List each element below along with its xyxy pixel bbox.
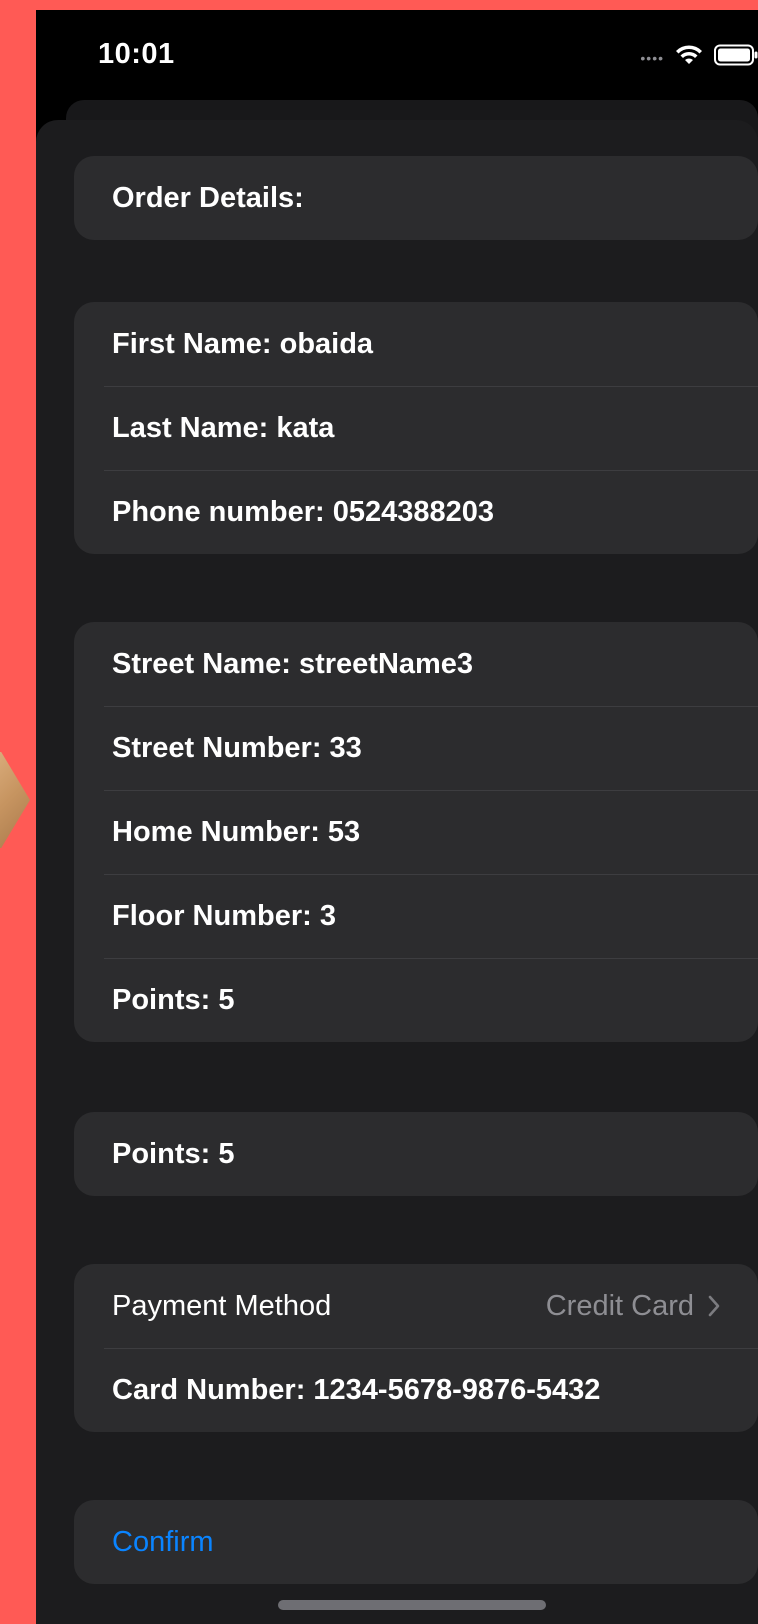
payment-method-value: Credit Card xyxy=(545,1289,694,1322)
confirm-label: Confirm xyxy=(112,1525,214,1558)
phone-screen: 10:01 •••• Order Details: First Name: ob… xyxy=(36,10,758,1624)
last-name-row: Last Name: kata xyxy=(74,386,758,470)
first-name-text: First Name: obaida xyxy=(112,327,374,360)
points-row: Points: 5 xyxy=(74,1112,758,1196)
address-points-row: Points: 5 xyxy=(74,958,758,1042)
home-number-text: Home Number: 53 xyxy=(112,815,361,848)
card-number-row: Card Number: 1234-5678-9876-5432 xyxy=(74,1348,758,1432)
street-name-row: Street Name: streetName3 xyxy=(74,622,758,706)
status-time: 10:01 xyxy=(98,38,175,70)
battery-icon xyxy=(714,44,758,66)
street-name-text: Street Name: streetName3 xyxy=(112,647,474,680)
address-points-text: Points: 5 xyxy=(112,983,235,1016)
payment-method-label: Payment Method xyxy=(112,1289,332,1322)
first-name-row: First Name: obaida xyxy=(74,302,758,386)
last-name-text: Last Name: kata xyxy=(112,411,335,444)
payment-section: Payment Method Credit Card Card Number: … xyxy=(74,1264,758,1432)
home-indicator[interactable] xyxy=(278,1600,546,1610)
payment-method-picker[interactable]: Payment Method Credit Card xyxy=(74,1264,758,1348)
payment-method-value-group: Credit Card xyxy=(546,1290,720,1323)
order-sheet: Order Details: First Name: obaida Last N… xyxy=(36,120,758,1624)
points-section: Points: 5 xyxy=(74,1112,758,1196)
status-indicators: •••• xyxy=(640,42,758,68)
screen: 10:01 •••• Order Details: First Name: ob… xyxy=(0,0,758,1624)
floor-number-row: Floor Number: 3 xyxy=(74,874,758,958)
confirm-button[interactable]: Confirm xyxy=(74,1500,758,1584)
wifi-icon xyxy=(674,44,704,66)
card-number-text: Card Number: 1234-5678-9876-5432 xyxy=(112,1373,601,1406)
street-number-row: Street Number: 33 xyxy=(74,706,758,790)
address-section: Street Name: streetName3 Street Number: … xyxy=(74,622,758,1042)
floor-number-text: Floor Number: 3 xyxy=(112,899,336,932)
background-decoration xyxy=(0,752,30,848)
phone-number-row: Phone number: 0524388203 xyxy=(74,470,758,554)
background-edge xyxy=(0,0,38,1624)
street-number-text: Street Number: 33 xyxy=(112,731,362,764)
order-details-row: Order Details: xyxy=(74,156,758,240)
customer-section: First Name: obaida Last Name: kata Phone… xyxy=(74,302,758,554)
status-bar: 10:01 •••• xyxy=(36,10,758,106)
chevron-right-icon xyxy=(708,1295,720,1317)
order-details-title: Order Details: xyxy=(112,181,304,214)
order-header-section: Order Details: xyxy=(74,156,758,240)
home-number-row: Home Number: 53 xyxy=(74,790,758,874)
confirm-section: Confirm xyxy=(74,1500,758,1584)
points-text: Points: 5 xyxy=(112,1137,235,1170)
cellular-signal-icon: •••• xyxy=(640,50,664,66)
phone-number-text: Phone number: 0524388203 xyxy=(112,495,495,528)
